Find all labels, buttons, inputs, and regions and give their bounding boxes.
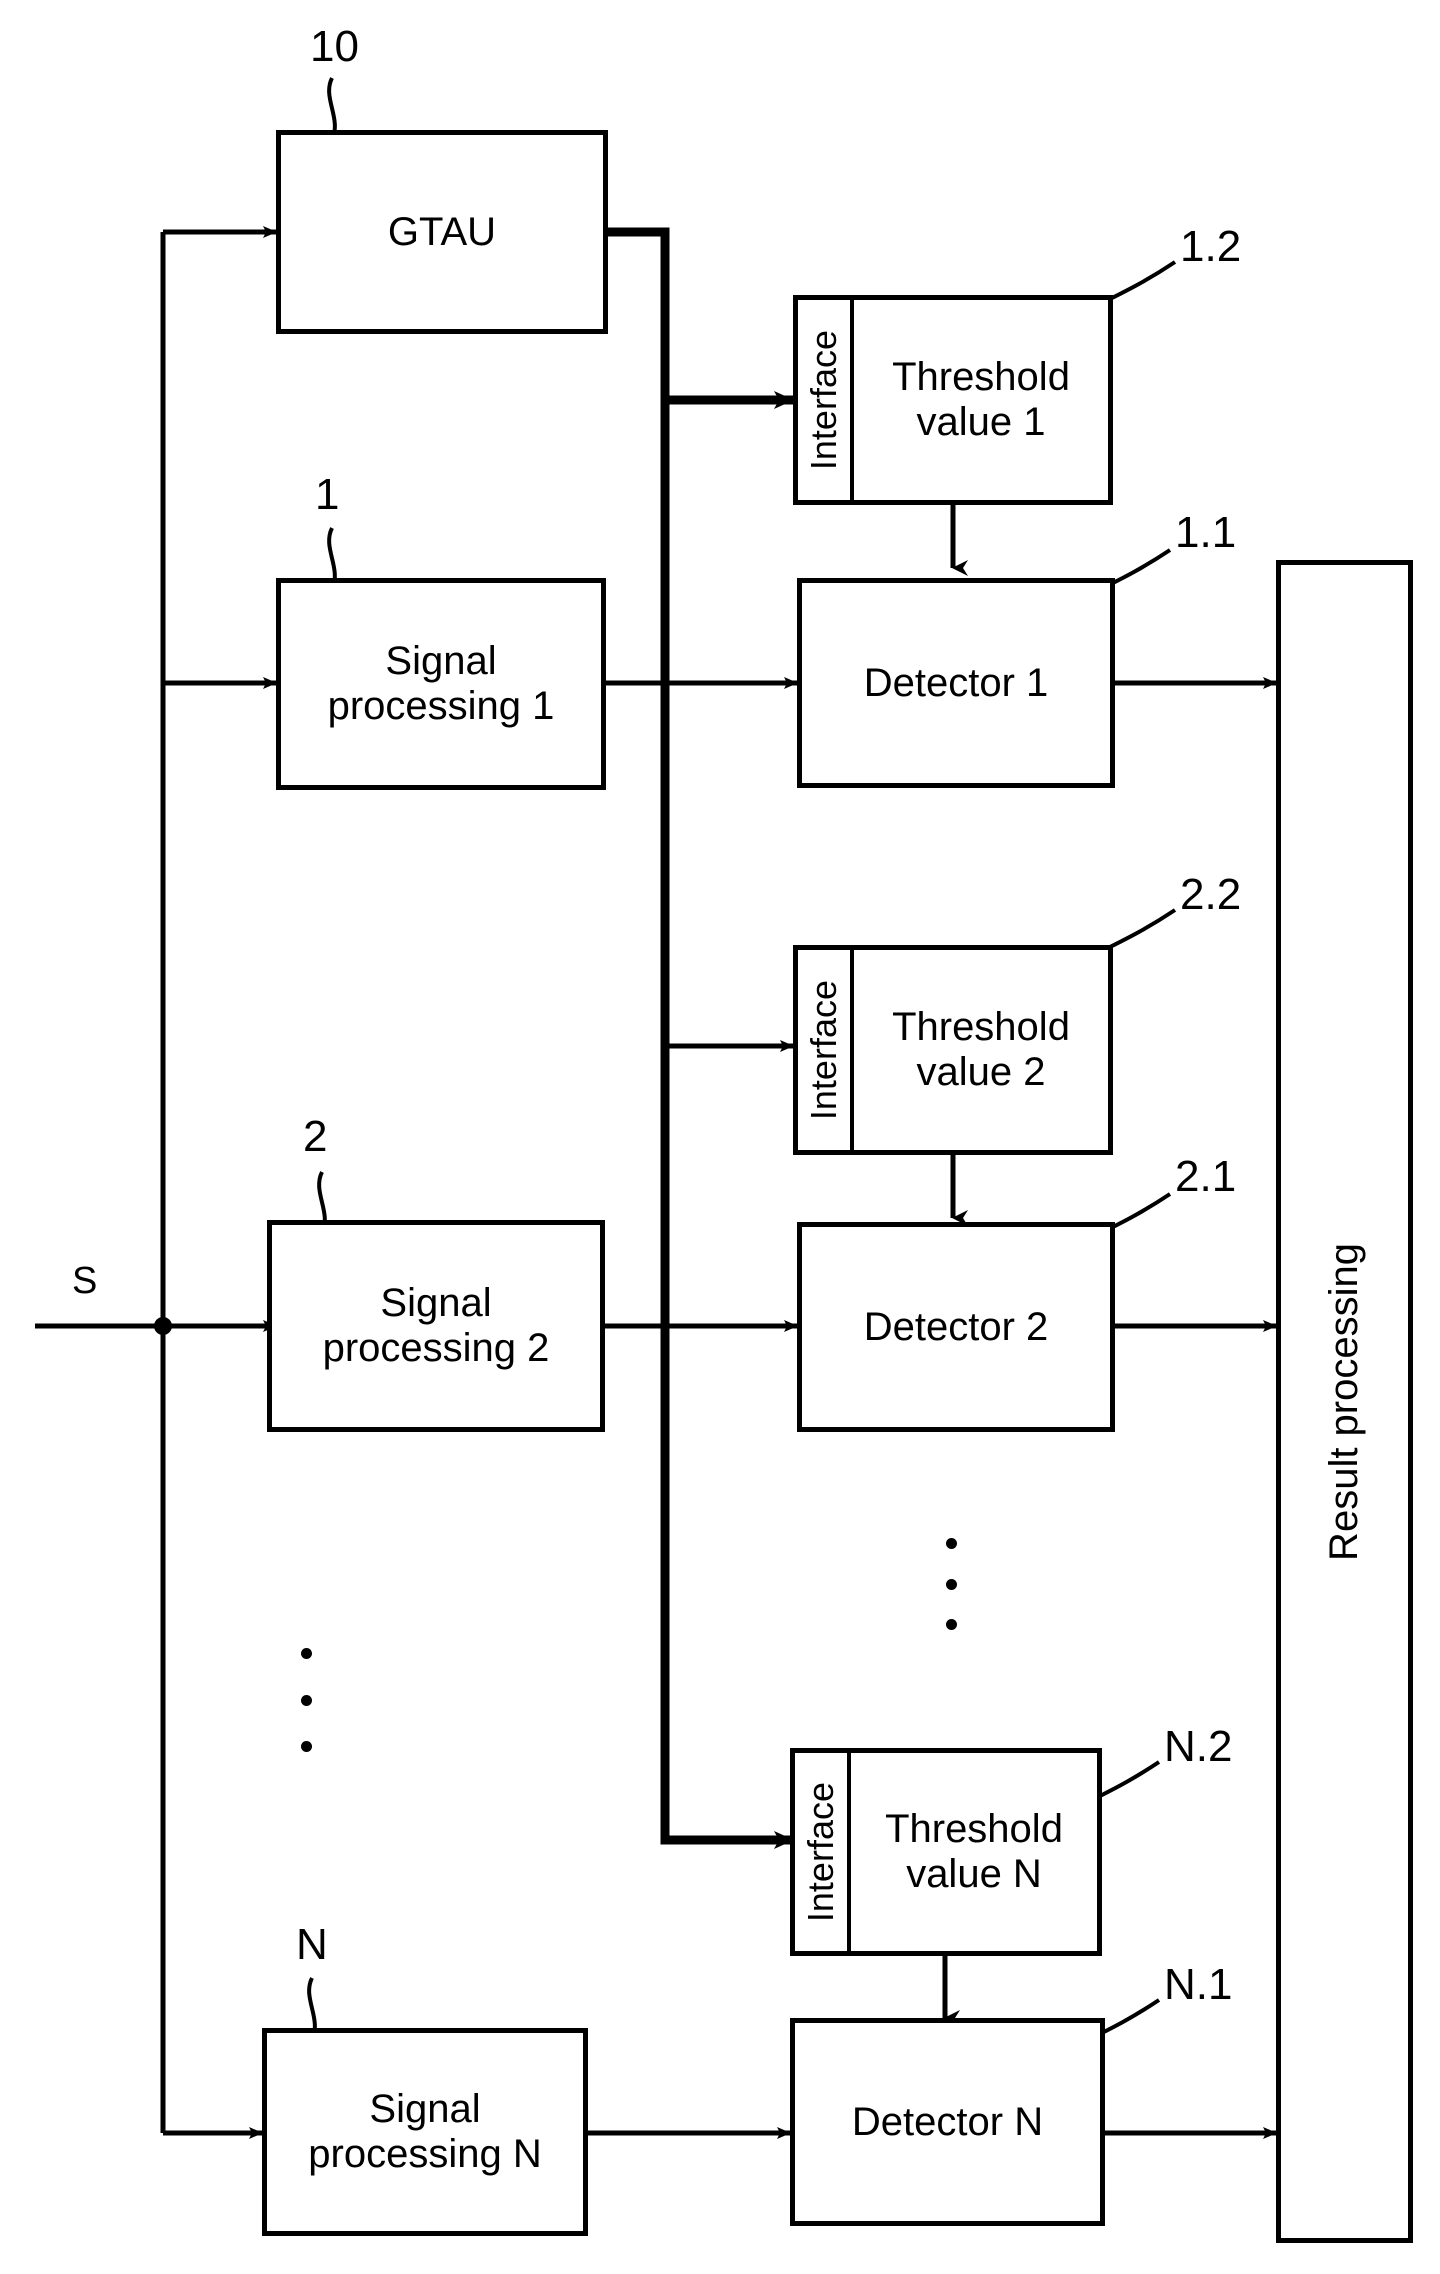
threshold-block-n[interactable]: Interface Threshold value N — [790, 1748, 1102, 1956]
ref-1-1: 1.1 — [1175, 508, 1237, 557]
signal-processing-block-1[interactable]: Signal processing 1 — [276, 578, 606, 790]
diagram-connections — [35, 77, 1277, 2139]
interface-strip-2: Interface — [798, 950, 854, 1150]
ellipsis-left — [300, 1648, 312, 1752]
ellipsis-dot — [300, 1648, 312, 1659]
ellipsis-dot — [945, 1538, 957, 1549]
ref-1: 1 — [315, 470, 340, 519]
interface-label-1: Interface — [803, 329, 844, 471]
ref-n-2: N.2 — [1164, 1722, 1233, 1771]
ellipsis-middle — [945, 1538, 957, 1630]
result-processing-label: Result processing — [1322, 1242, 1366, 1561]
ref-2-2: 2.2 — [1180, 870, 1242, 919]
threshold-text-wrap-n: Threshold value N — [851, 1753, 1097, 1951]
input-signal-label: S — [72, 1260, 98, 1302]
signal-processing-block-n[interactable]: Signal processing N — [262, 2028, 588, 2236]
ellipsis-dot — [300, 1694, 312, 1706]
ref-2: 2 — [303, 1112, 328, 1161]
interface-label-2: Interface — [803, 979, 844, 1121]
leader-2-2 — [1107, 908, 1177, 950]
ref-10: 10 — [310, 22, 359, 71]
signal-bus-lines — [35, 226, 277, 2139]
ellipsis-dot — [300, 1741, 312, 1752]
ref-1-2: 1.2 — [1180, 222, 1242, 271]
threshold-label-1: Threshold value 1 — [892, 355, 1070, 444]
ref-2-1: 2.1 — [1175, 1152, 1237, 1201]
interface-strip-1: Interface — [798, 300, 854, 500]
threshold-block-2[interactable]: Interface Threshold value 2 — [793, 945, 1113, 1155]
signal-processing-label-1: Signal processing 1 — [327, 639, 555, 728]
ellipsis-dot — [945, 1619, 957, 1630]
threshold-block-1[interactable]: Interface Threshold value 1 — [793, 295, 1113, 505]
sp-to-detector-lines — [588, 677, 798, 2139]
gtau-label: GTAU — [387, 209, 497, 254]
ellipsis-dot — [945, 1578, 957, 1590]
leader-1-2 — [1107, 260, 1177, 302]
detector-label-2: Detector 2 — [863, 1304, 1049, 1349]
signal-processing-block-2[interactable]: Signal processing 2 — [267, 1220, 605, 1432]
detector-label-1: Detector 1 — [863, 660, 1049, 705]
signal-processing-label-n: Signal processing N — [308, 2087, 542, 2176]
ref-n-1: N.1 — [1164, 1960, 1233, 2009]
patent-figure-page: GTAU 10 Interface Threshold value 1 1.2 S… — [0, 0, 1440, 2274]
detector-label-n: Detector N — [851, 2099, 1044, 2144]
threshold-label-2: Threshold value 2 — [892, 1005, 1070, 1094]
result-processing-block[interactable]: Result processing — [1276, 560, 1413, 2243]
detector-block-1[interactable]: Detector 1 — [797, 578, 1115, 788]
signal-processing-label-2: Signal processing 2 — [322, 1281, 550, 1370]
gtau-bus-path — [608, 227, 794, 1849]
leader-N-2 — [1091, 1760, 1161, 1802]
threshold-text-wrap-1: Threshold value 1 — [854, 300, 1108, 500]
detector-block-n[interactable]: Detector N — [790, 2018, 1105, 2226]
interface-label-n: Interface — [800, 1781, 841, 1923]
interface-strip-n: Interface — [795, 1753, 851, 1951]
gtau-block[interactable]: GTAU — [276, 130, 608, 334]
detector-block-2[interactable]: Detector 2 — [797, 1222, 1115, 1432]
gtau-threshold-bus — [608, 227, 794, 1849]
threshold-text-wrap-2: Threshold value 2 — [854, 950, 1108, 1150]
ref-n: N — [296, 1920, 328, 1969]
threshold-label-n: Threshold value N — [885, 1807, 1063, 1896]
